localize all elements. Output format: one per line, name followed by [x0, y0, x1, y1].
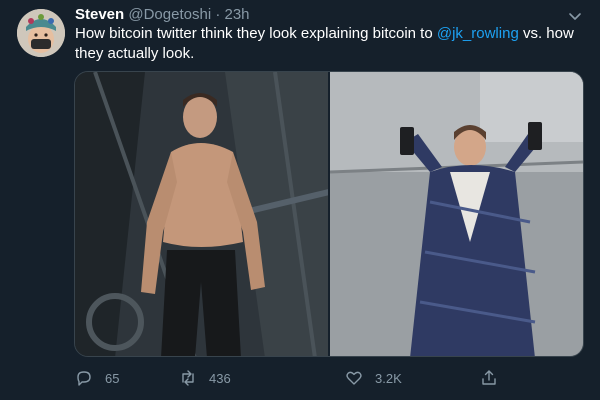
tweet-header: Steven @Dogetoshi · 23h — [75, 5, 570, 25]
reply-button[interactable]: 65 — [75, 366, 119, 390]
retweet-icon — [182, 370, 194, 386]
tweet-text: How bitcoin twitter think they look expl… — [75, 24, 580, 64]
mention-link[interactable]: @jk_rowling — [437, 25, 519, 42]
heart-icon — [346, 371, 362, 385]
retweet-count: 436 — [209, 370, 231, 386]
photo-right[interactable] — [330, 72, 583, 356]
tweet-actions: 65 436 3.2K — [75, 366, 505, 390]
author-name[interactable]: Steven — [75, 6, 124, 23]
separator: · — [215, 6, 221, 23]
avatar[interactable] — [17, 9, 65, 57]
chevron-down-icon[interactable] — [566, 7, 584, 25]
photo-left[interactable] — [75, 72, 328, 356]
share-icon — [482, 370, 496, 385]
tweet[interactable]: Steven @Dogetoshi · 23h How bitcoin twit… — [0, 0, 600, 400]
share-button[interactable] — [480, 366, 510, 390]
author-handle[interactable]: @Dogetoshi — [128, 6, 211, 23]
tweet-time[interactable]: 23h — [225, 6, 250, 23]
reply-icon — [77, 371, 91, 386]
retweet-button[interactable]: 436 — [179, 366, 231, 390]
tweet-text-part: How bitcoin twitter think they look expl… — [75, 25, 437, 42]
like-count: 3.2K — [375, 370, 402, 386]
like-button[interactable]: 3.2K — [345, 366, 402, 390]
tweet-media[interactable] — [74, 71, 584, 357]
reply-count: 65 — [105, 370, 120, 386]
